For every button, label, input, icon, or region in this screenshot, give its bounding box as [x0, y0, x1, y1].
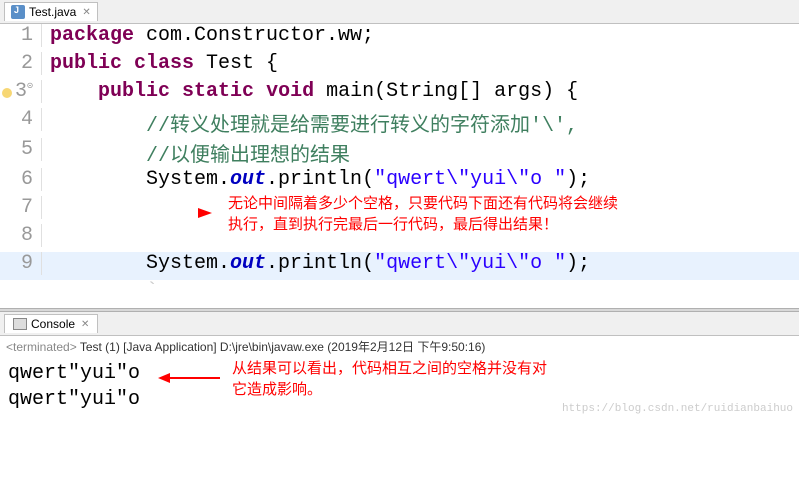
code-line-1: package com.Constructor.ww;	[42, 24, 374, 47]
line-number: 6	[0, 168, 42, 191]
code-line-5: //以便输出理想的结果	[42, 138, 350, 168]
code-line-2: public class Test {	[42, 52, 278, 75]
annotation-text-2: 从结果可以看出，代码相互之间的空格并没有对 它造成影响。	[232, 359, 662, 401]
line-number: 4	[0, 108, 42, 131]
code-line-3: public static void main(String[] args) {	[42, 80, 578, 103]
arrow-left-icon	[158, 373, 220, 383]
editor-tab-bar: Test.java ✕	[0, 0, 799, 24]
editor-tab[interactable]: Test.java ✕	[4, 2, 98, 21]
code-line-10: `	[42, 280, 158, 303]
console-tab-bar: Console ✕	[0, 312, 799, 336]
close-icon[interactable]: ✕	[82, 7, 90, 18]
console-icon	[13, 318, 27, 330]
annotation-text-1: 无论中间隔着多少个空格，只要代码下面还有代码将会继续 执行，直到执行完最后一行代…	[228, 194, 768, 236]
close-icon[interactable]: ✕	[81, 319, 89, 330]
console-tab-label: Console	[31, 317, 75, 331]
line-number: 5	[0, 138, 42, 161]
console-run-header: <terminated> Test (1) [Java Application]…	[0, 336, 799, 357]
line-number: 7	[0, 196, 42, 219]
tab-file-name: Test.java	[29, 5, 76, 19]
code-line-6: System.out.println("qwert\"yui\"o ");	[42, 168, 590, 191]
line-number: 2	[0, 52, 42, 75]
watermark: https://blog.csdn.net/ruidianbaihuo	[562, 403, 793, 415]
code-editor[interactable]: 1 package com.Constructor.ww; 2 public c…	[0, 24, 799, 308]
arrow-right-icon	[198, 208, 212, 218]
line-number: 9	[0, 252, 42, 275]
line-number: 8	[0, 224, 42, 247]
annotation-arrow-2	[158, 369, 220, 390]
console-output[interactable]: qwert"yui"o qwert"yui"o 从结果可以看出，代码相互之间的空…	[0, 357, 799, 417]
code-line-4: //转义处理就是给需要进行转义的字符添加'\',	[42, 108, 578, 138]
console-tab[interactable]: Console ✕	[4, 314, 98, 333]
java-file-icon	[11, 5, 25, 19]
code-line-9: System.out.println("qwert\"yui\"o ");	[42, 252, 590, 275]
line-number: 1	[0, 24, 42, 47]
line-number: 3⊝	[0, 80, 42, 103]
annotation-arrow-1	[198, 202, 212, 223]
